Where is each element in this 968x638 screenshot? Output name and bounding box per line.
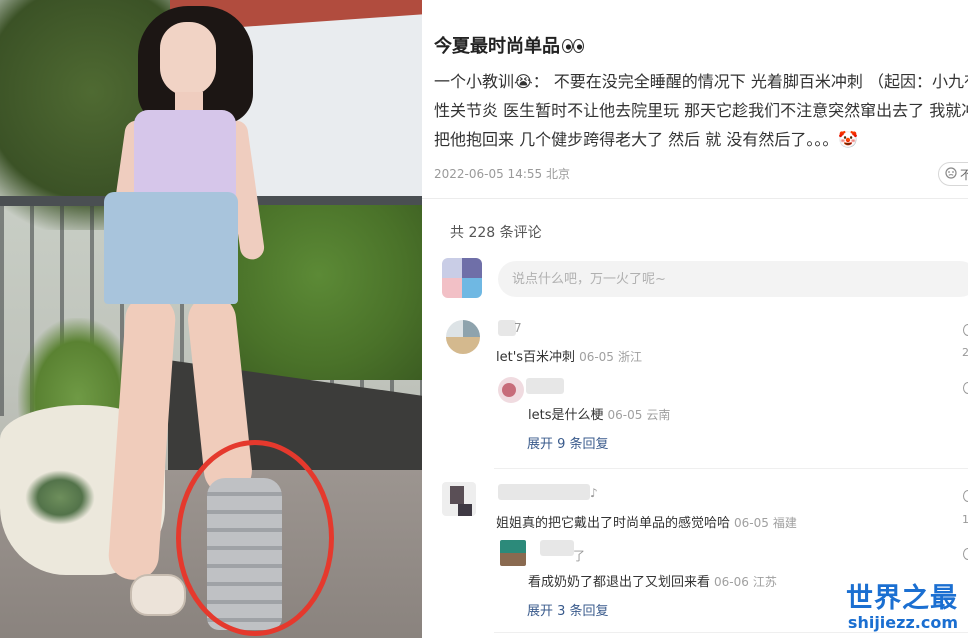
comment-body: let's百米冲刺 [496,350,576,365]
reply-date: 06-05 [607,408,643,422]
reply-text: lets是什么梗 06-05 云南 [528,404,670,423]
like-count: 1 [962,513,968,526]
comment-username-tail: 7 [514,321,522,335]
reply-body: lets是什么梗 [528,408,604,423]
post-photo[interactable] [0,0,422,638]
photo-person-shorts [104,192,238,304]
photo-person-top [134,110,236,200]
post-body-line-1: 一个小教训😭： 不要在没完全睡醒的情况下 光着脚百米冲刺 （起因：小九有 [434,72,968,91]
photo-pot-decoration [25,470,95,525]
post-body-line-3: 把他抱回来 几个健步跨得老大了 然后 就 没有然后了。。。🤡 [434,130,859,149]
post-title-text: 今夏最时尚单品 [434,36,560,57]
reply-avatar[interactable] [498,377,524,403]
post-body-line-2: 性关节炎 医生暂时不让他去院里玩 那天它趁我们不注意突然窜出去了 我就冲 [434,101,968,120]
reply-like-icon[interactable] [963,382,968,394]
comment-location: 浙江 [617,350,642,364]
reply-username-tail: 了 [573,549,586,563]
post-title: 今夏最时尚单品 [434,32,584,58]
watermark-logo-text: 世界之最 [846,583,958,614]
post-date: 2022-06-05 14:55 [434,167,543,181]
like-icon[interactable] [963,490,968,502]
comment-body: 姐姐真的把它戴出了时尚单品的感觉哈哈 [496,516,731,531]
comment-username[interactable] [498,484,590,500]
post-meta: 2022-06-05 14:55 北京 [434,165,570,182]
comment-text: 姐姐真的把它戴出了时尚单品的感觉哈哈 06-05 福建 [496,512,797,531]
watermark-url: shijiezz.com [847,613,958,632]
reply-date: 06-06 [714,575,749,589]
comment-date: 06-05 [579,350,614,364]
reply-like-icon[interactable] [963,548,968,560]
like-icon[interactable] [963,324,968,336]
comment-separator [494,468,968,469]
reply-location: 云南 [646,408,671,422]
not-interested-button[interactable]: 不 [938,162,968,186]
reply-username[interactable] [540,540,574,556]
photo-sandal [130,574,186,616]
photo-person-face [160,22,216,96]
post-panel: 今夏最时尚单品 一个小教训😭： 不要在没完全睡醒的情况下 光着脚百米冲刺 （起因… [422,0,968,638]
like-count: 2 [962,346,968,359]
reply-avatar[interactable] [500,540,526,566]
eyes-icon [562,37,584,58]
expand-replies-link[interactable]: 展开 3 条回复 [527,600,609,619]
reply-body: 看成奶奶了都退出了又划回来看 [528,575,711,590]
comment-count: 共 228 条评论 [450,225,542,241]
comment-date: 06-05 [734,516,769,530]
reply-username[interactable] [526,378,564,394]
watermark: 世界之最 shijiezz.com [846,584,958,632]
comment-avatar[interactable] [446,320,480,354]
not-interested-label: 不 [960,167,968,182]
highlight-circle [176,440,334,636]
post-divider [422,198,968,199]
expand-replies-link[interactable]: 展开 9 条回复 [527,433,609,452]
comment-separator [494,632,968,633]
comment-text: let's百米冲刺 06-05 浙江 [496,346,642,365]
comment-avatar[interactable] [442,482,476,516]
post-location: 北京 [545,167,570,181]
reply-location: 江苏 [752,575,777,589]
comment-location: 福建 [772,516,797,530]
comment-input[interactable] [498,261,968,297]
comment-username-tail: ♪ [590,486,598,500]
my-avatar [442,258,482,298]
not-interested-icon [945,166,957,182]
reply-text: 看成奶奶了都退出了又划回来看 06-06 江苏 [528,571,777,590]
